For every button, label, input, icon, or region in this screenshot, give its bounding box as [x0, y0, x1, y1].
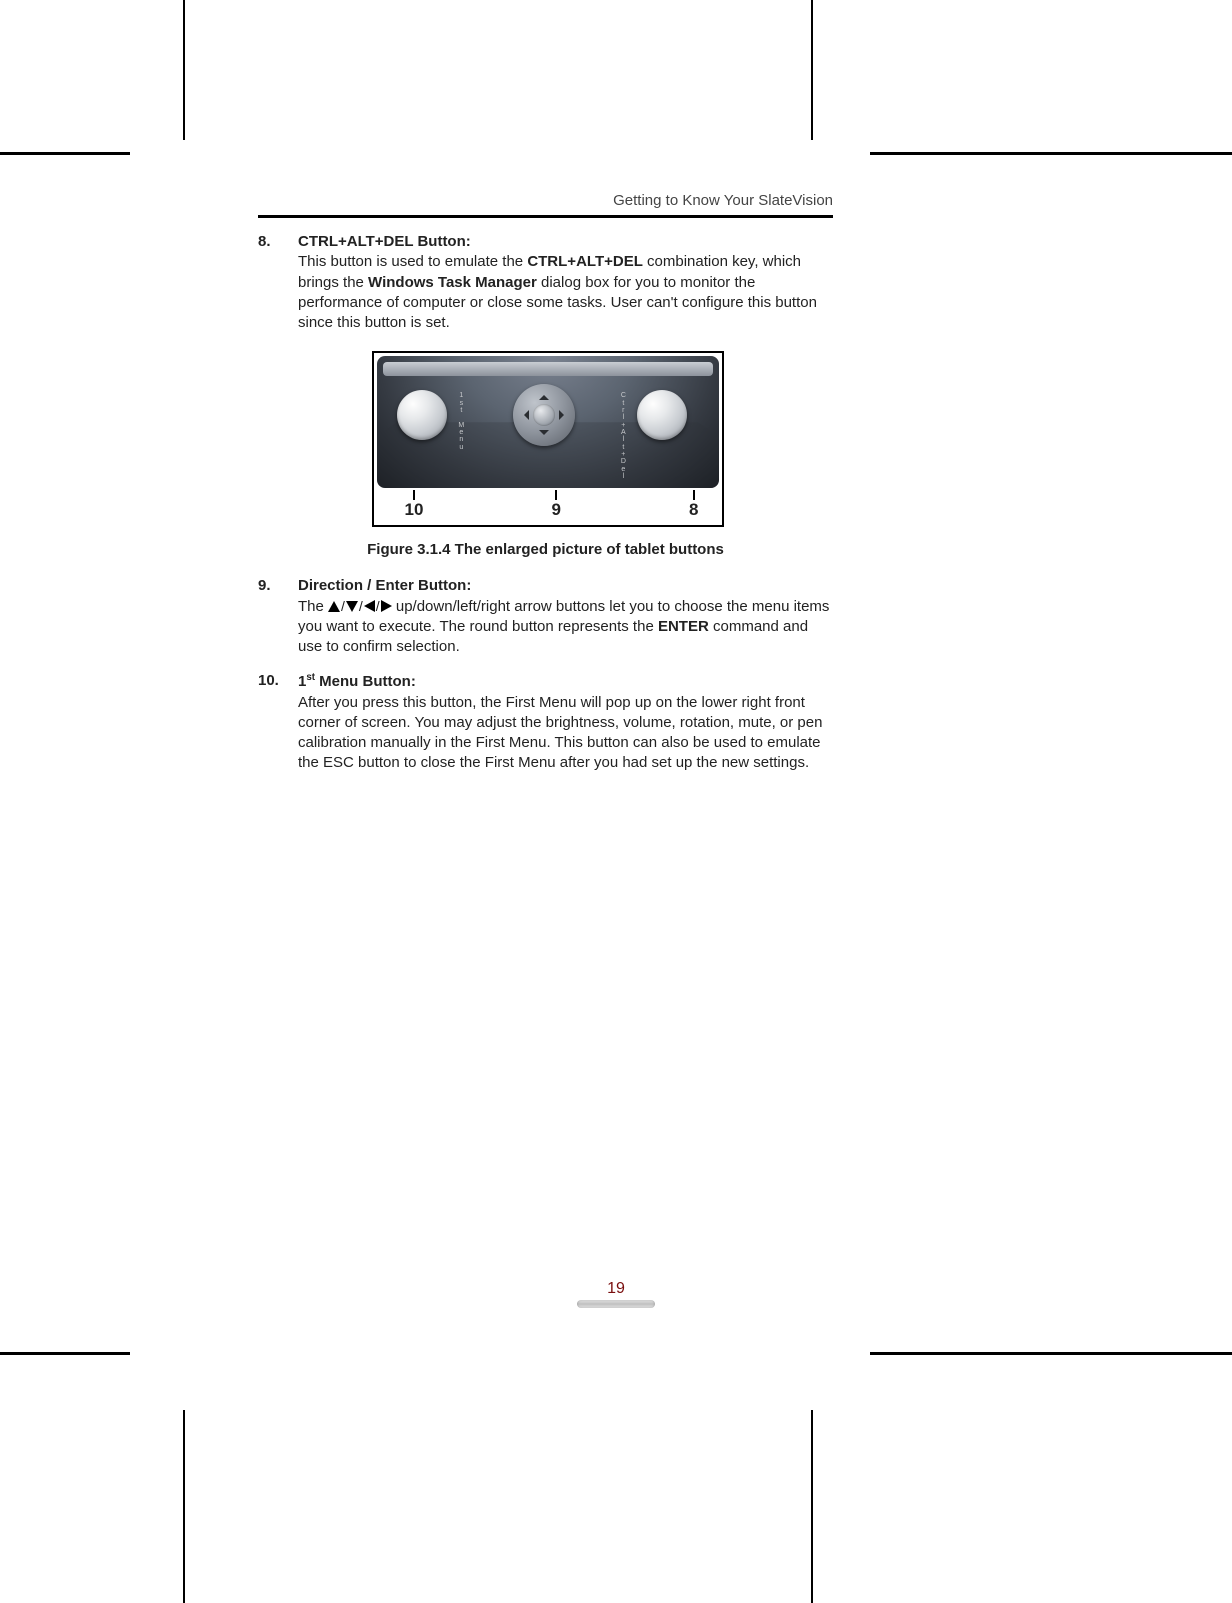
item-text: The /// up/down/left/right arrow buttons…	[298, 598, 829, 656]
arrow-left-icon	[519, 410, 529, 420]
callout-8: 8	[689, 490, 698, 520]
item-number: 10.	[258, 671, 284, 773]
callout-10: 10	[405, 490, 424, 520]
header-rule	[258, 215, 833, 218]
crop-mark	[0, 1352, 130, 1355]
photo-highlight	[383, 362, 713, 376]
arrow-down-icon	[346, 601, 358, 612]
figure-caption: Figure 3.1.4 The enlarged picture of tab…	[258, 541, 833, 558]
arrow-left-icon	[364, 600, 375, 612]
item-title: 1st Menu Button:	[298, 673, 416, 690]
item-title: CTRL+ALT+DEL Button:	[298, 233, 471, 250]
ctrl-alt-del-button-icon	[637, 390, 687, 440]
ctrl-alt-del-label: Ctrl+Alt+Del	[617, 392, 631, 480]
crop-mark	[811, 1410, 813, 1603]
crop-mark	[870, 1352, 1232, 1355]
arrow-up-icon	[328, 601, 340, 612]
direction-enter-button-icon	[513, 384, 575, 446]
button-descriptions: 8. CTRL+ALT+DEL Button: This button is u…	[258, 232, 833, 333]
item-body: Direction / Enter Button: The /// up/dow…	[298, 576, 833, 657]
figure-frame: 1st Menu Ctrl+Alt+Del 10 9 8	[372, 351, 724, 527]
item-body: 1st Menu Button: After you press this bu…	[298, 671, 833, 773]
figure-callouts: 10 9 8	[377, 488, 719, 522]
item-8: 8. CTRL+ALT+DEL Button: This button is u…	[258, 232, 833, 333]
tablet-buttons-photo: 1st Menu Ctrl+Alt+Del	[377, 356, 719, 488]
crop-mark	[870, 152, 1232, 155]
page-number-value: 19	[607, 1280, 625, 1297]
figure: 1st Menu Ctrl+Alt+Del 10 9 8	[372, 351, 720, 527]
crop-mark	[0, 152, 130, 155]
manual-page: Getting to Know Your SlateVision 8. CTRL…	[0, 0, 1232, 1603]
item-9: 9. Direction / Enter Button: The /// up/…	[258, 576, 833, 657]
crop-mark	[183, 0, 185, 140]
crop-mark	[811, 0, 813, 140]
button-descriptions-cont: 9. Direction / Enter Button: The /// up/…	[258, 576, 833, 773]
running-header: Getting to Know Your SlateVision	[258, 192, 833, 209]
item-title: Direction / Enter Button:	[298, 577, 471, 594]
page-number-ornament	[577, 1300, 655, 1308]
item-text: After you press this button, the First M…	[298, 694, 822, 772]
arrow-right-icon	[559, 410, 569, 420]
arrow-right-icon	[381, 600, 392, 612]
item-text: This button is used to emulate the CTRL+…	[298, 253, 817, 331]
callout-9: 9	[551, 490, 560, 520]
item-number: 9.	[258, 576, 284, 657]
page-number: 19	[0, 1280, 1232, 1308]
item-10: 10. 1st Menu Button: After you press thi…	[258, 671, 833, 773]
first-menu-button-icon	[397, 390, 447, 440]
arrow-down-icon	[539, 430, 549, 440]
crop-mark	[183, 1410, 185, 1603]
arrow-up-icon	[539, 390, 549, 400]
item-number: 8.	[258, 232, 284, 333]
page-content: Getting to Know Your SlateVision 8. CTRL…	[258, 192, 833, 788]
item-body: CTRL+ALT+DEL Button: This button is used…	[298, 232, 833, 333]
first-menu-label: 1st Menu	[455, 392, 469, 451]
